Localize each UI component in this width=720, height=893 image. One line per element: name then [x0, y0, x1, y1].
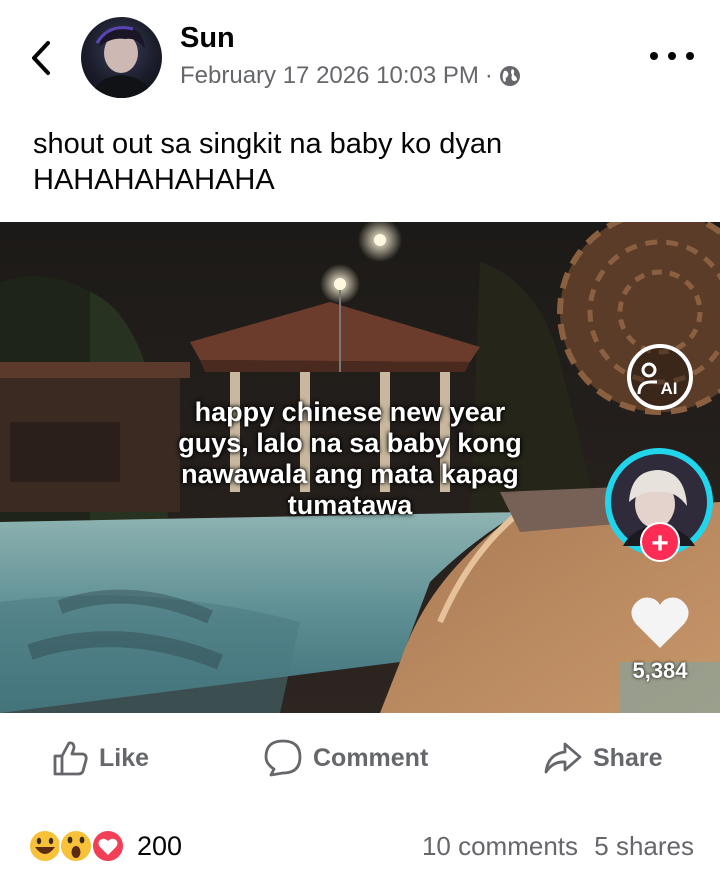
comments-shares-summary: 10 comments 5 shares	[422, 831, 694, 862]
comment-count[interactable]: 10 comments	[422, 831, 578, 861]
overlay-line: tumatawa	[287, 490, 413, 520]
like-button[interactable]: Like	[51, 736, 149, 780]
action-bar: Like Comment Share	[0, 728, 720, 788]
share-label: Share	[593, 743, 663, 772]
back-button[interactable]	[26, 38, 56, 78]
reactions-summary[interactable]	[28, 828, 132, 864]
overlay-line: nawawala ang mata kapag	[181, 459, 519, 489]
share-arrow-icon	[544, 742, 582, 774]
more-options-button[interactable]	[650, 46, 694, 66]
more-dot-icon	[650, 52, 658, 60]
post-stats: 200 10 comments 5 shares	[0, 820, 720, 870]
video-overlay-text: happy chinese new year guys, lalo na sa …	[150, 397, 550, 521]
overlay-line: guys, lalo na sa baby kong	[178, 428, 522, 458]
like-label: Like	[99, 743, 150, 772]
post-video[interactable]: happy chinese new year guys, lalo na sa …	[0, 222, 720, 713]
comment-label: Comment	[313, 743, 429, 772]
share-button[interactable]: Share	[543, 736, 662, 780]
comment-bubble-icon	[264, 739, 302, 777]
follow-button[interactable]: +	[640, 522, 680, 562]
more-dot-icon	[686, 52, 694, 60]
post-caption: shout out sa singkit na baby ko dyan HAH…	[33, 126, 693, 198]
meta-separator: ·	[484, 62, 493, 89]
globe-icon	[499, 66, 520, 86]
reaction-count[interactable]: 200	[137, 831, 182, 862]
more-dot-icon	[668, 52, 676, 60]
wow-emoji-icon	[59, 829, 93, 863]
ai-badge-label: AI	[661, 379, 678, 398]
author-name[interactable]: Sun	[180, 22, 235, 55]
overlay-line: happy chinese new year	[194, 397, 506, 427]
heart-icon[interactable]	[630, 594, 690, 650]
love-emoji-icon	[91, 829, 125, 863]
comment-button[interactable]: Comment	[263, 736, 428, 780]
ai-badge-icon[interactable]: AI	[625, 342, 695, 412]
grin-emoji-icon	[28, 829, 62, 863]
caption-line: HAHAHAHAHAHA	[33, 164, 275, 196]
caption-line: shout out sa singkit na baby ko dyan	[33, 128, 503, 160]
chevron-left-icon	[32, 41, 50, 75]
video-like-count: 5,384	[632, 658, 688, 683]
post-header: Sun February 17 2026 10:03 PM ·	[0, 0, 720, 120]
author-avatar[interactable]	[81, 17, 162, 98]
post-meta: February 17 2026 10:03 PM ·	[180, 62, 521, 90]
post-timestamp[interactable]: February 17 2026 10:03 PM	[180, 62, 479, 90]
share-count[interactable]: 5 shares	[594, 831, 694, 861]
thumbs-up-icon	[53, 741, 88, 776]
